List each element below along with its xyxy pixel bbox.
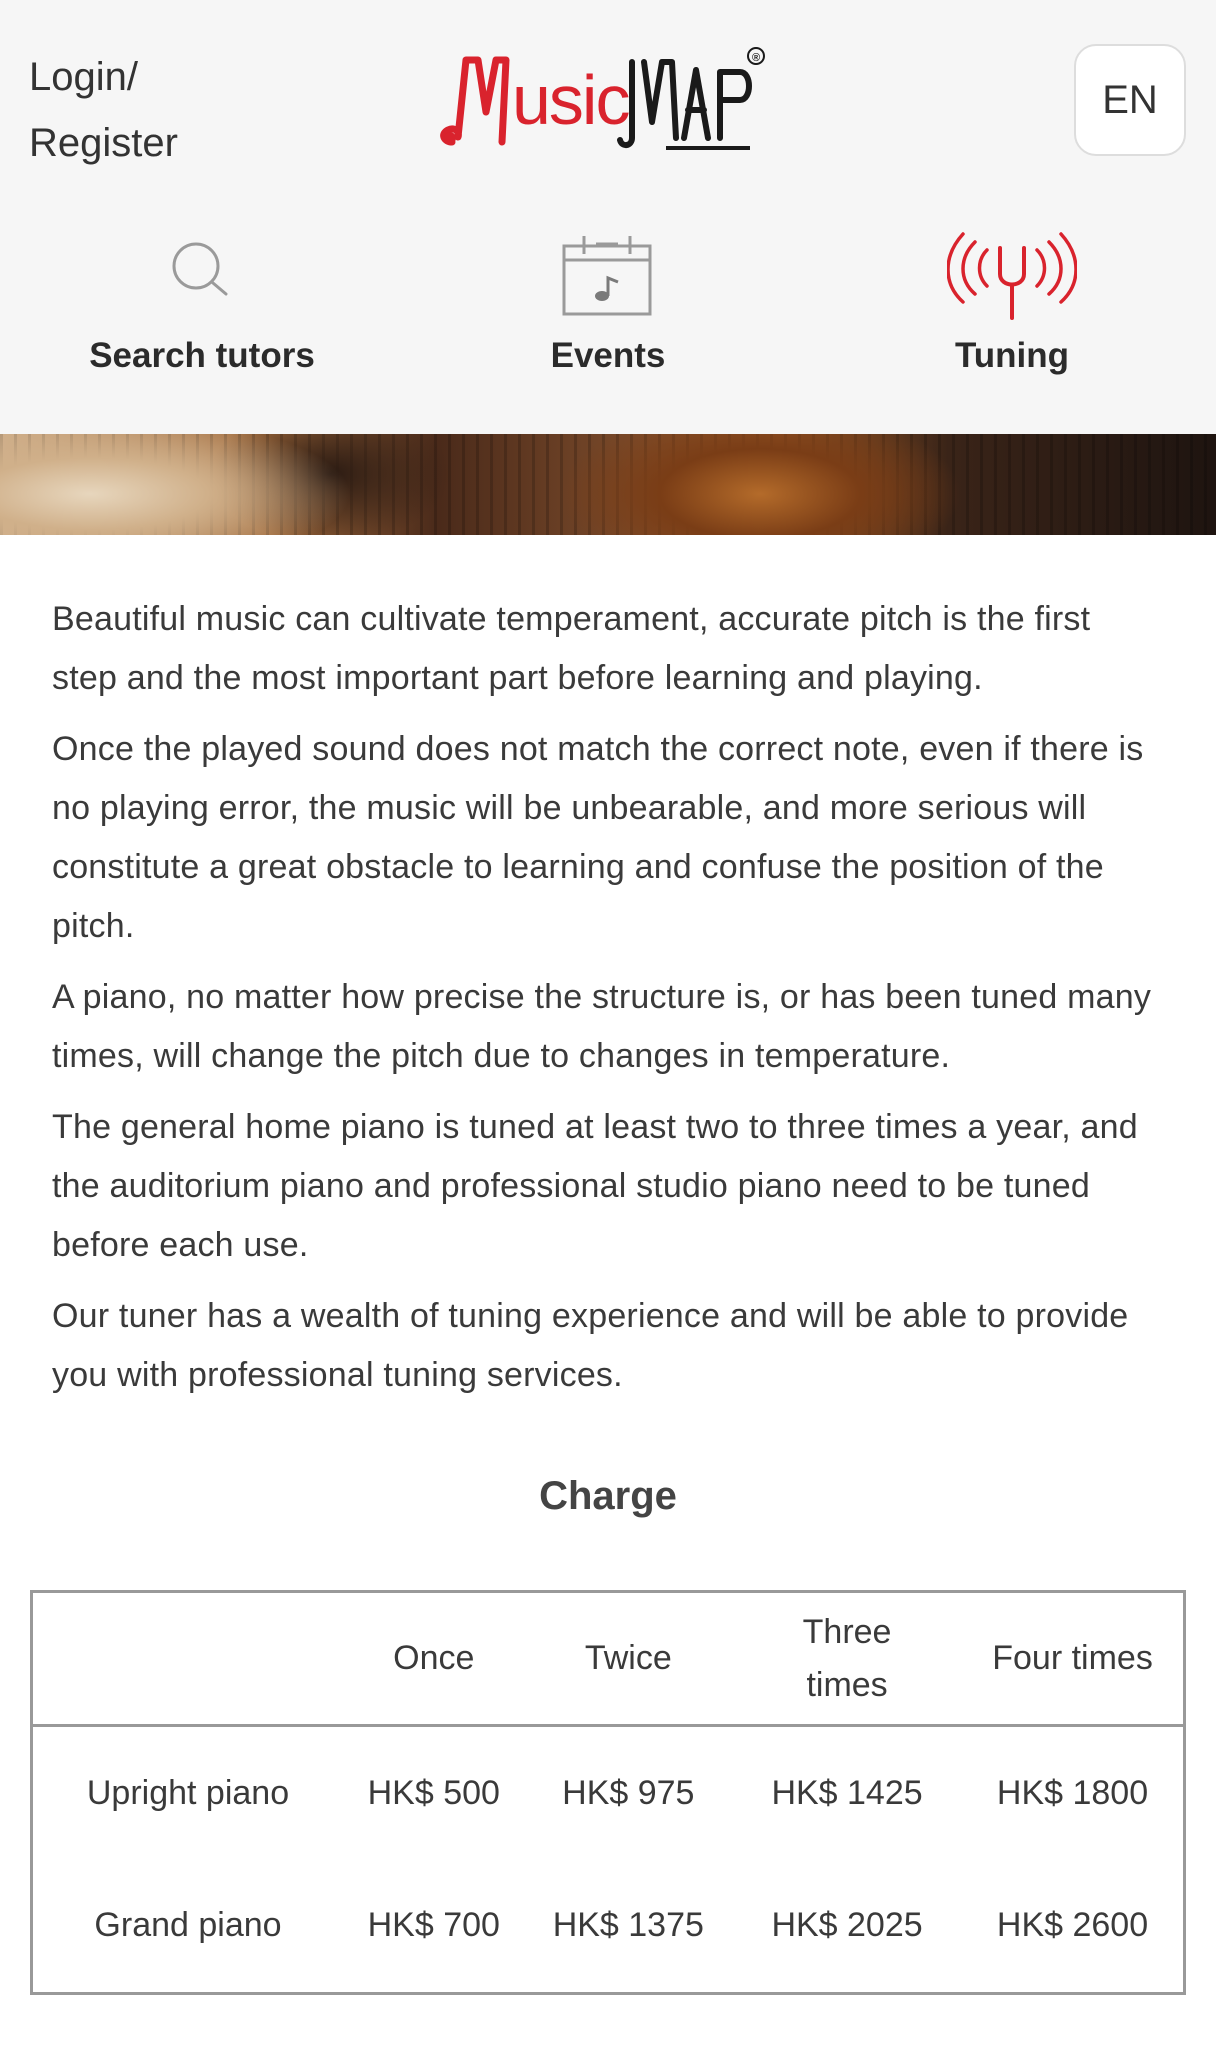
search-icon [162, 230, 242, 315]
table-cell-price: HK$ 1800 [996, 1773, 1149, 1812]
musicmap-logo-image: usic ® [440, 47, 765, 150]
table-cell-piano-type: Grand piano [94, 1906, 282, 1945]
table-cell-price: HK$ 500 [367, 1773, 500, 1812]
login-register-link[interactable]: Login/ Register [29, 44, 178, 176]
description-paragraph: The general home piano is tuned at least… [52, 1108, 1138, 1264]
charge-title: Charge [539, 1474, 677, 1518]
charge-table: Once Twice Three times Four times Uprigh… [30, 1590, 1186, 1995]
table-header-cell: Twice [524, 1591, 733, 1727]
nav-events-label: Events [550, 336, 666, 375]
main-nav: Search tutors Events Tuning [0, 230, 1216, 390]
table-header-cell [31, 1591, 343, 1727]
app-header: Login/ Register usic ® EN Search tutors … [0, 0, 1216, 434]
description-paragraph: Our tuner has a wealth of tuning experie… [52, 1297, 1129, 1394]
description-paragraph: Once the played sound does not match the… [52, 730, 1144, 945]
login-register-label: Login/ Register [29, 55, 178, 165]
nav-search-tutors-label: Search tutors [89, 336, 315, 375]
table-row: Grand piano HK$ 700 HK$ 1375 HK$ 2025 HK… [32, 1860, 1185, 1994]
musicmap-logo[interactable]: usic ® [436, 42, 776, 150]
table-cell-piano-type: Upright piano [86, 1773, 290, 1812]
registered-mark: ® [752, 52, 760, 64]
nav-tuning[interactable]: Tuning [862, 230, 1162, 390]
table-cell-price: HK$ 700 [367, 1906, 500, 1945]
table-header-cell: Three times [732, 1591, 963, 1727]
nav-tuning-label: Tuning [954, 336, 1070, 375]
nav-search-tutors[interactable]: Search tutors [52, 230, 352, 390]
table-cell-price: HK$ 1425 [771, 1773, 923, 1812]
table-header-cell: Once [343, 1591, 525, 1727]
tuning-fork-icon [946, 230, 1078, 325]
description-paragraph: A piano, no matter how precise the struc… [52, 978, 1152, 1075]
tuning-description: Beautiful music can cultivate temperamen… [52, 590, 1164, 1417]
calendar-music-icon [560, 230, 656, 325]
logo-text-music: usic [512, 61, 629, 139]
table-cell-price: HK$ 1375 [552, 1906, 704, 1945]
table-cell-price: HK$ 2600 [996, 1906, 1149, 1945]
table-header-cell: Four times [962, 1591, 1185, 1727]
table-row: Upright piano HK$ 500 HK$ 975 HK$ 1425 H… [32, 1726, 1185, 1860]
table-cell-price: HK$ 2025 [771, 1906, 923, 1945]
language-button[interactable]: EN [1074, 44, 1186, 156]
description-paragraph: Beautiful music can cultivate temperamen… [52, 600, 1091, 697]
nav-events[interactable]: Events [458, 230, 758, 390]
banner-image [0, 434, 1216, 535]
table-cell-price: HK$ 975 [562, 1773, 695, 1812]
table-header-row: Once Twice Three times Four times [31, 1591, 1185, 1727]
